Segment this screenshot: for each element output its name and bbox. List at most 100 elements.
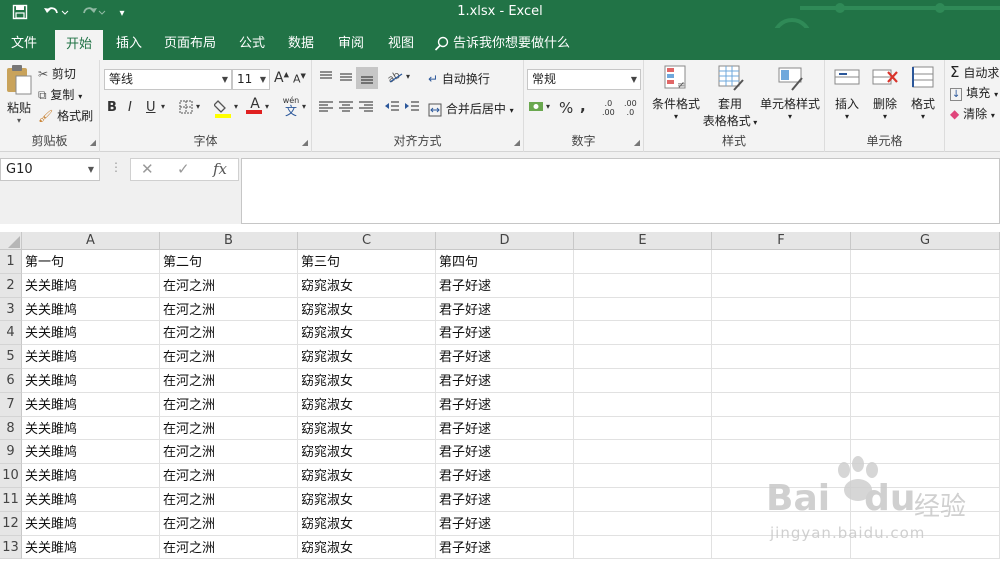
column-header[interactable]: B bbox=[160, 232, 298, 250]
format-cells-button[interactable]: 格式 ▾ bbox=[905, 64, 941, 121]
cell-styles-button[interactable]: 单元格样式 ▾ bbox=[758, 64, 822, 121]
cell[interactable]: 在河之洲 bbox=[160, 273, 298, 298]
row-header[interactable]: 12 bbox=[0, 511, 22, 536]
cell[interactable]: 君子好逑 bbox=[436, 321, 574, 346]
cell[interactable]: 君子好逑 bbox=[436, 369, 574, 393]
cell[interactable]: 在河之洲 bbox=[160, 511, 298, 536]
cell[interactable] bbox=[712, 273, 851, 298]
autosum-button[interactable]: Σ 自动求 bbox=[950, 63, 999, 81]
cell[interactable]: 窈窕淑女 bbox=[298, 488, 436, 512]
name-box[interactable]: G10 ▼ bbox=[0, 158, 100, 181]
cell[interactable] bbox=[574, 369, 712, 393]
cell[interactable]: 窈窕淑女 bbox=[298, 440, 436, 465]
align-left-icon[interactable] bbox=[318, 100, 334, 118]
row-header[interactable]: 4 bbox=[0, 321, 22, 346]
cell[interactable]: 关关雎鸠 bbox=[22, 321, 160, 346]
cell[interactable] bbox=[712, 297, 851, 322]
cell[interactable] bbox=[574, 535, 712, 560]
cell[interactable]: 关关雎鸠 bbox=[22, 297, 160, 322]
cell[interactable]: 窈窕淑女 bbox=[298, 321, 436, 346]
cell[interactable] bbox=[851, 321, 1000, 346]
tab-review[interactable]: 审阅 bbox=[329, 28, 373, 60]
chevron-down-icon[interactable]: ▾ bbox=[234, 102, 238, 111]
font-name-select[interactable]: 等线 ▼ bbox=[104, 69, 232, 90]
cell[interactable] bbox=[574, 416, 712, 441]
decrease-indent-icon[interactable] bbox=[384, 100, 400, 118]
cell[interactable] bbox=[574, 464, 712, 488]
row-header[interactable]: 7 bbox=[0, 392, 22, 417]
cell[interactable] bbox=[712, 321, 851, 346]
chevron-down-icon[interactable]: ▾ bbox=[406, 72, 410, 81]
cell[interactable]: 第三句 bbox=[298, 250, 436, 274]
cell[interactable] bbox=[712, 416, 851, 441]
insert-function-icon[interactable]: fx bbox=[213, 160, 227, 178]
grow-font-button[interactable]: A▲ bbox=[274, 70, 289, 86]
cell[interactable]: 窈窕淑女 bbox=[298, 369, 436, 393]
cell[interactable]: 在河之洲 bbox=[160, 488, 298, 512]
clear-button[interactable]: ◆ 清除 ▾ bbox=[950, 105, 995, 122]
formula-bar-grip[interactable]: ⋮ bbox=[110, 160, 122, 174]
underline-button[interactable]: U bbox=[146, 100, 156, 115]
cell[interactable] bbox=[712, 369, 851, 393]
align-top-icon[interactable] bbox=[318, 70, 334, 88]
copy-button[interactable]: ⧉ 复制 ▾ bbox=[38, 86, 82, 103]
tab-home[interactable]: 开始 bbox=[55, 30, 103, 60]
conditional-formatting-button[interactable]: ≠ 条件格式 ▾ bbox=[648, 64, 704, 121]
cell[interactable]: 关关雎鸠 bbox=[22, 464, 160, 488]
cell[interactable]: 关关雎鸠 bbox=[22, 535, 160, 560]
cell[interactable]: 在河之洲 bbox=[160, 464, 298, 488]
chevron-down-icon[interactable]: ▾ bbox=[196, 102, 200, 111]
paste-button[interactable]: 粘贴 ▾ bbox=[3, 64, 35, 125]
delete-cells-button[interactable]: 删除 ▾ bbox=[867, 64, 903, 121]
borders-icon[interactable] bbox=[179, 100, 193, 118]
cell[interactable]: 窈窕淑女 bbox=[298, 511, 436, 536]
italic-button[interactable]: I bbox=[128, 100, 132, 115]
row-header[interactable]: 10 bbox=[0, 464, 22, 488]
cell[interactable]: 君子好逑 bbox=[436, 488, 574, 512]
cell[interactable] bbox=[574, 440, 712, 465]
cell[interactable]: 君子好逑 bbox=[436, 273, 574, 298]
cell[interactable] bbox=[574, 321, 712, 346]
percent-button[interactable]: % bbox=[559, 99, 573, 117]
cell[interactable]: 君子好逑 bbox=[436, 416, 574, 441]
row-header[interactable]: 9 bbox=[0, 440, 22, 465]
cell[interactable] bbox=[574, 297, 712, 322]
cell[interactable]: 窈窕淑女 bbox=[298, 297, 436, 322]
chevron-down-icon[interactable]: ▾ bbox=[546, 102, 550, 111]
chevron-down-icon[interactable]: ▾ bbox=[302, 102, 306, 111]
dialog-launcher-icon[interactable]: ◢ bbox=[634, 138, 640, 147]
comma-button[interactable]: , bbox=[580, 97, 586, 115]
cell[interactable]: 君子好逑 bbox=[436, 297, 574, 322]
cell[interactable] bbox=[574, 488, 712, 512]
align-right-icon[interactable] bbox=[358, 100, 374, 118]
cell[interactable]: 在河之洲 bbox=[160, 535, 298, 560]
cell[interactable] bbox=[712, 250, 851, 274]
row-header[interactable]: 11 bbox=[0, 488, 22, 512]
number-format-select[interactable]: 常规 ▼ bbox=[527, 69, 641, 90]
tab-file[interactable]: 文件 bbox=[0, 28, 48, 60]
cell[interactable]: 窈窕淑女 bbox=[298, 392, 436, 417]
shrink-font-button[interactable]: A▼ bbox=[293, 72, 306, 86]
chevron-down-icon[interactable]: ▾ bbox=[161, 102, 165, 111]
dialog-launcher-icon[interactable]: ◢ bbox=[90, 138, 96, 147]
font-size-select[interactable]: 11 ▼ bbox=[232, 69, 270, 90]
cell[interactable]: 关关雎鸠 bbox=[22, 511, 160, 536]
cell[interactable]: 第四句 bbox=[436, 250, 574, 274]
cell[interactable]: 关关雎鸠 bbox=[22, 345, 160, 369]
select-all-button[interactable] bbox=[0, 232, 22, 250]
cell[interactable]: 窈窕淑女 bbox=[298, 416, 436, 441]
merge-center-button[interactable]: 合并后居中 ▾ bbox=[428, 100, 514, 117]
row-header[interactable]: 6 bbox=[0, 369, 22, 393]
column-header[interactable]: D bbox=[436, 232, 574, 250]
increase-decimal-button[interactable]: .0 .00 bbox=[602, 99, 615, 117]
cell[interactable] bbox=[851, 273, 1000, 298]
increase-indent-icon[interactable] bbox=[404, 100, 420, 118]
cell[interactable] bbox=[574, 250, 712, 274]
format-painter-button[interactable]: 🖌 格式刷 bbox=[38, 107, 93, 124]
insert-cells-button[interactable]: 插入 ▾ bbox=[829, 64, 865, 121]
font-color-icon[interactable]: A bbox=[246, 96, 264, 114]
row-header[interactable]: 3 bbox=[0, 297, 22, 322]
cell[interactable] bbox=[851, 392, 1000, 417]
cell[interactable]: 第二句 bbox=[160, 250, 298, 274]
fill-color-icon[interactable] bbox=[213, 98, 232, 122]
